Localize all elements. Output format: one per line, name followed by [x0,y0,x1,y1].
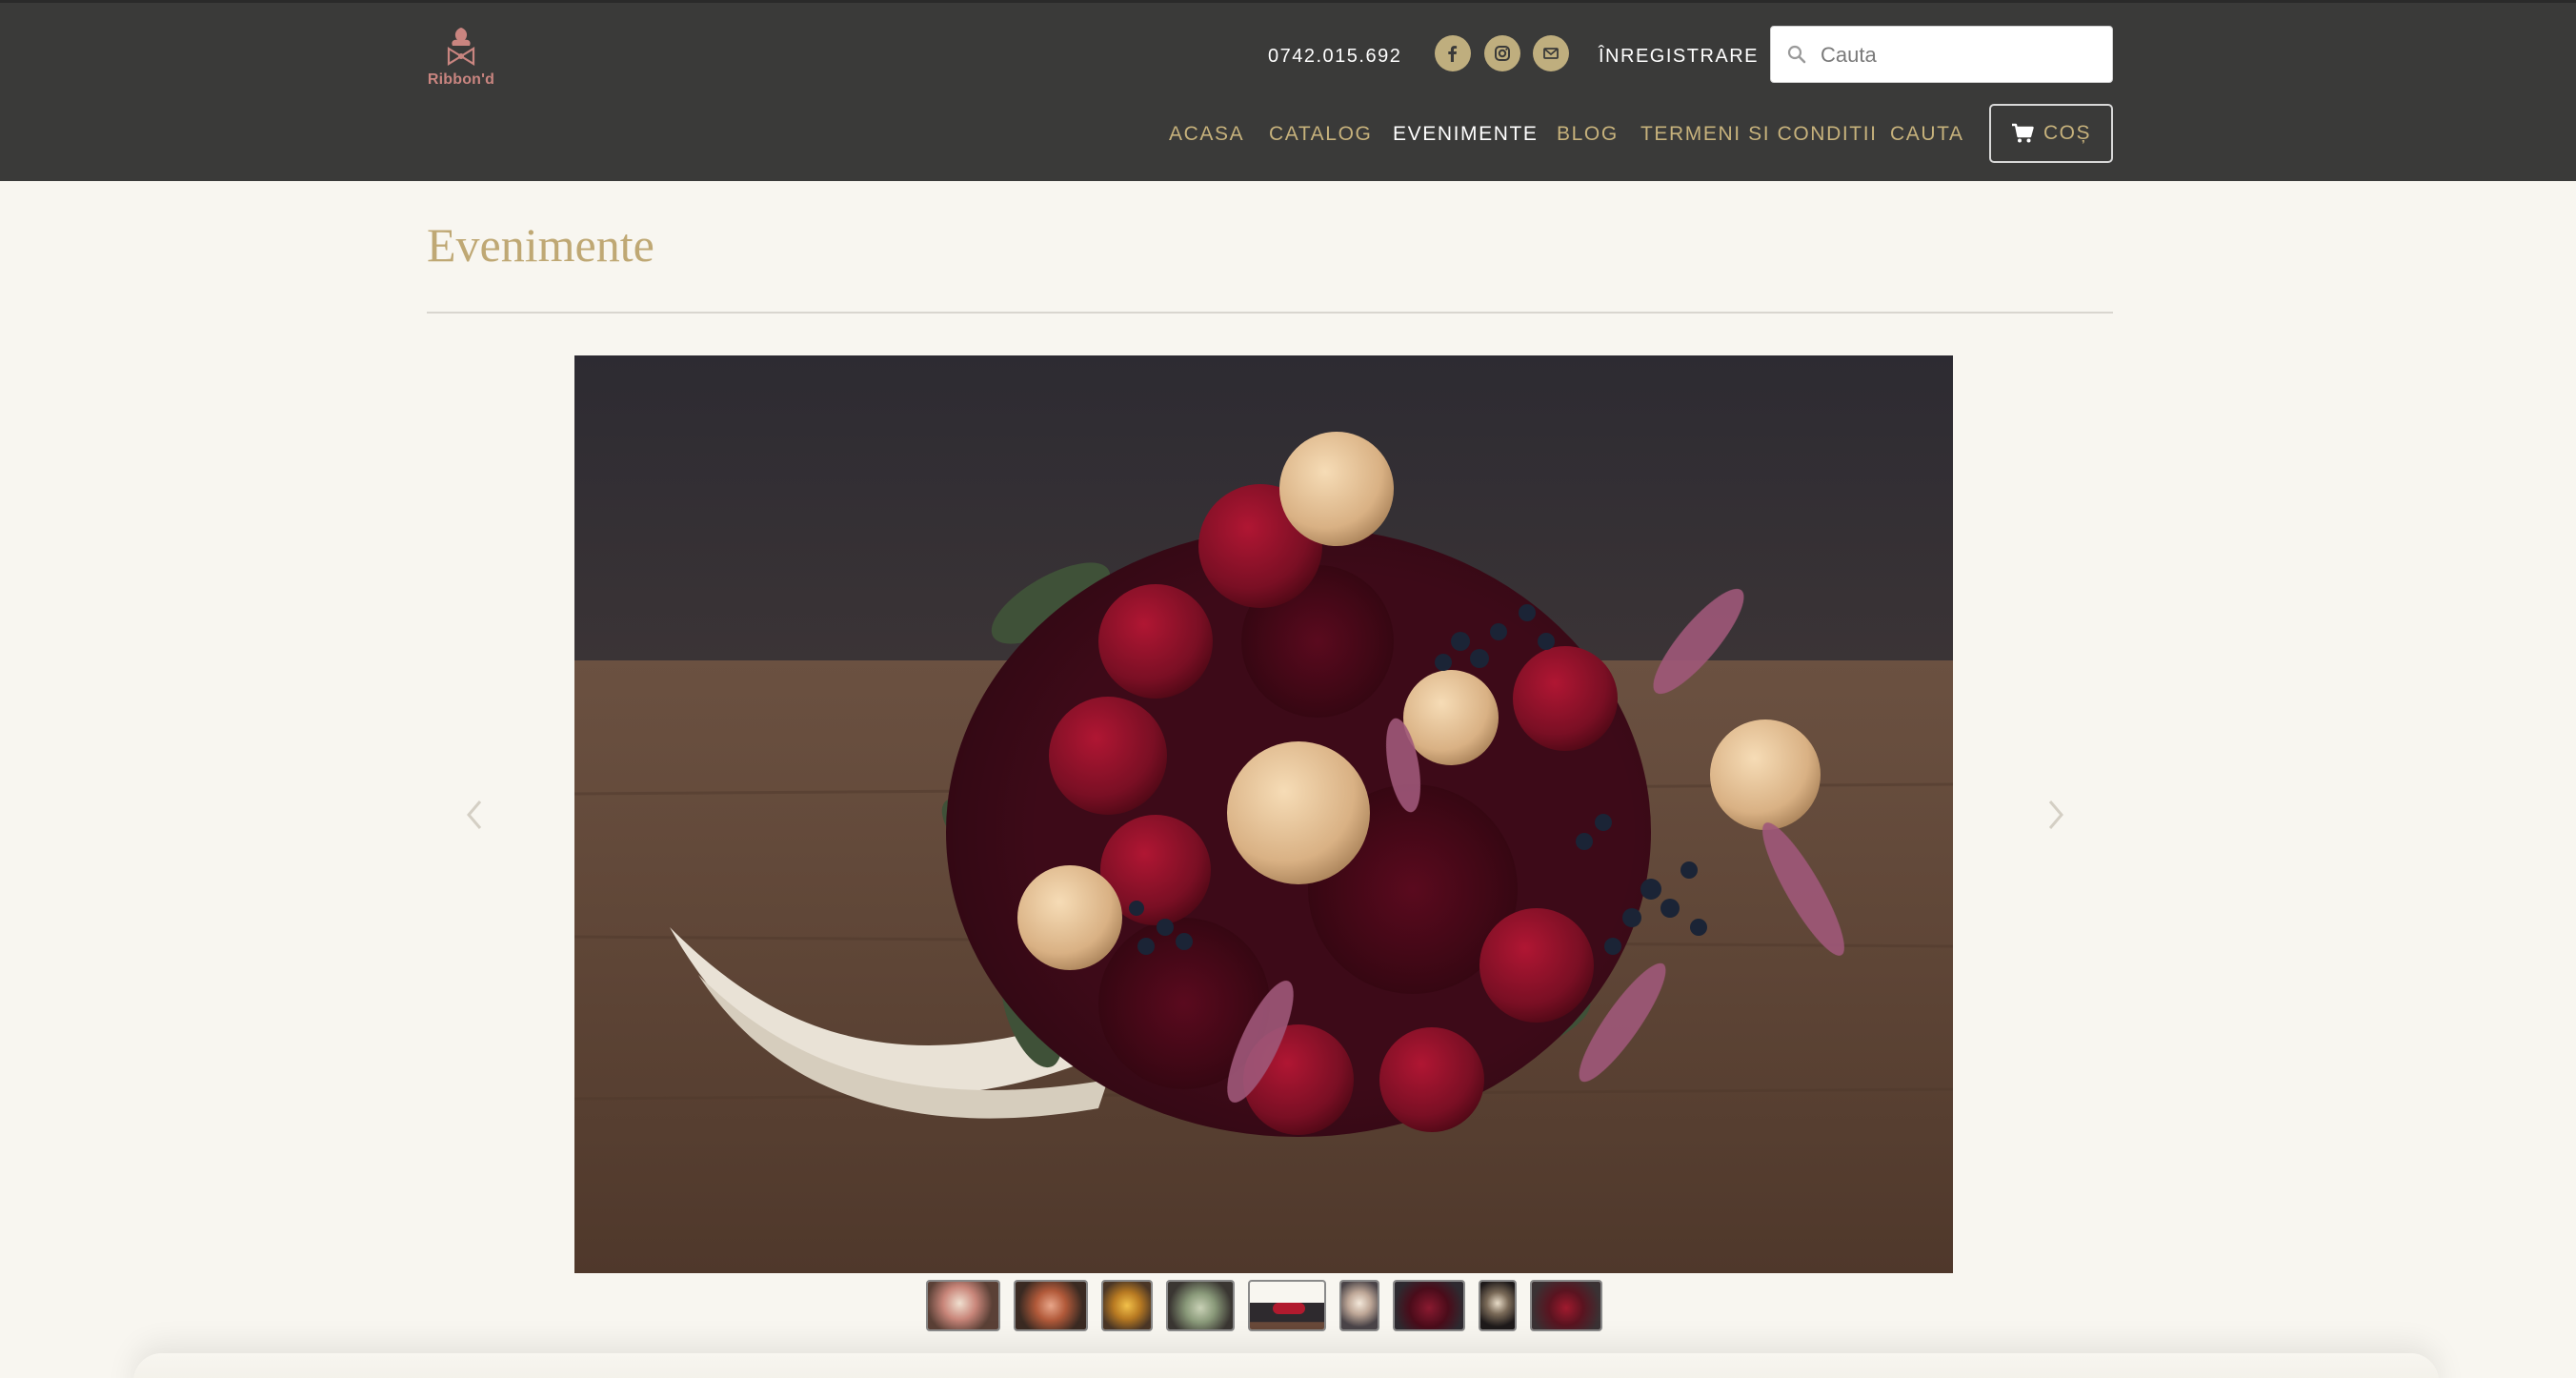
gallery-thumbnail[interactable] [1248,1280,1326,1331]
search-input[interactable] [1821,38,2097,72]
gallery-thumbnail[interactable] [1479,1280,1517,1331]
cart-icon [2011,123,2034,143]
register-link[interactable]: ÎNREGISTRARE [1599,43,1759,70]
gallery-thumbnail[interactable] [1393,1280,1465,1331]
nav-item-catalog[interactable]: CATALOG [1269,119,1372,150]
gallery-main-image[interactable] [574,355,1953,1273]
logo-text: Ribbon'd [427,71,495,88]
site-header: Ribbon'd 0742.015.692 ÎNREGISTRARE ACASA… [0,0,2576,181]
chevron-right-icon [2048,800,2063,829]
ribbon-logo-icon [447,28,475,66]
content-panel-edge [133,1353,2439,1378]
nav-item-evenimente[interactable]: EVENIMENTE [1393,119,1539,150]
nav-item-cauta[interactable]: CAUTA [1890,119,1964,150]
chevron-left-icon [467,800,482,829]
nav-item-acasa[interactable]: ACASA [1169,119,1244,150]
gallery-thumbnail[interactable] [1101,1280,1153,1331]
page-title: Evenimente [427,218,654,272]
bouquet-photo [574,355,1953,1273]
mail-icon[interactable] [1533,35,1569,71]
gallery-next-arrow[interactable] [2037,791,2075,839]
search-icon [1787,45,1806,64]
instagram-icon[interactable] [1484,35,1520,71]
gallery-thumbnail[interactable] [1339,1280,1379,1331]
title-divider [427,312,2113,314]
cart-button[interactable]: COȘ [1989,104,2113,163]
nav-item-blog[interactable]: BLOG [1557,119,1619,150]
gallery-prev-arrow[interactable] [455,791,493,839]
gallery-thumbnail[interactable] [1530,1280,1602,1331]
phone-number[interactable]: 0742.015.692 [1268,43,1401,70]
nav-item-termeni[interactable]: TERMENI SI CONDITII [1640,119,1878,150]
gallery-thumbnail[interactable] [1166,1280,1235,1331]
gallery-thumbnail[interactable] [1014,1280,1088,1331]
facebook-icon[interactable] [1435,35,1471,71]
cart-label: COȘ [2043,122,2091,144]
search-box[interactable] [1770,26,2113,83]
logo[interactable]: Ribbon'd [427,24,495,96]
gallery-thumbnail[interactable] [926,1280,1000,1331]
